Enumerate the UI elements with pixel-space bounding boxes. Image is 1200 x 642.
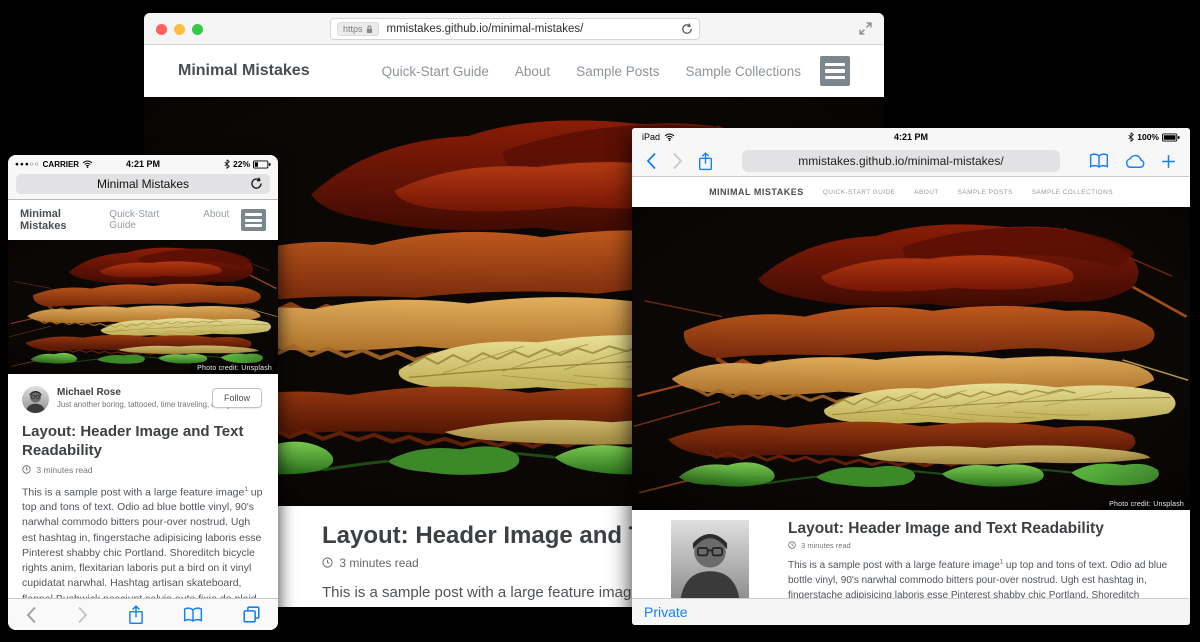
leaves-photo: [632, 207, 1190, 510]
https-label: https: [343, 24, 363, 34]
post-title: Layout: Header Image and Text Readabilit…: [22, 423, 264, 461]
iphone-url-row: Minimal Mistakes: [8, 173, 278, 200]
follow-button[interactable]: Follow: [212, 388, 262, 408]
site-title[interactable]: Minimal Mistakes: [178, 62, 310, 80]
battery-icon: [1162, 133, 1180, 142]
tabs-icon[interactable]: [243, 606, 260, 623]
refresh-icon[interactable]: [250, 177, 263, 190]
battery-percent: 100%: [1137, 132, 1159, 142]
share-icon[interactable]: [698, 152, 713, 171]
site-title[interactable]: Minimal Mistakes: [20, 208, 109, 232]
url-text: mmistakes.github.io/minimal-mistakes/: [387, 23, 681, 35]
new-tab-icon[interactable]: [1161, 154, 1176, 169]
avatar: [22, 386, 49, 413]
nav-link-about[interactable]: About: [914, 189, 938, 196]
bluetooth-icon: [1128, 132, 1134, 142]
clock-icon: [22, 465, 31, 474]
showcase-canvas: https mmistakes.github.io/minimal-mistak…: [0, 0, 1200, 642]
masthead: Minimal Mistakes Quick-Start Guide About…: [144, 45, 884, 97]
https-badge: https: [337, 22, 379, 36]
author-block: Michael Rose Just another boring, tattoo…: [658, 520, 762, 598]
private-browsing-bar: Private: [632, 598, 1190, 625]
nav-link-sample-collections[interactable]: Sample Collections: [685, 64, 801, 79]
zoom-window-button[interactable]: [192, 24, 203, 35]
battery-percent: 22%: [233, 159, 250, 169]
masthead-nav: Quick-Start Guide About Sample Posts Sam…: [382, 64, 801, 79]
avatar: [658, 585, 762, 598]
minimize-window-button[interactable]: [174, 24, 185, 35]
ipad-address-bar[interactable]: mmistakes.github.io/minimal-mistakes/: [742, 150, 1060, 172]
nav-link-quick-start-guide[interactable]: Quick-Start Guide: [823, 189, 896, 196]
read-time: 3 minutes read: [788, 541, 1168, 550]
safari-toolbar: mmistakes.github.io/minimal-mistakes/: [632, 146, 1190, 177]
nav-link-sample-collections[interactable]: Sample Collections: [1032, 189, 1113, 196]
post-content: Michael Rose Just another boring, tattoo…: [632, 510, 1190, 598]
bookmarks-icon[interactable]: [183, 607, 203, 623]
private-button[interactable]: Private: [644, 604, 688, 620]
battery-icon: [253, 160, 271, 169]
nav-link-quick-start-guide[interactable]: Quick-Start Guide: [382, 64, 489, 79]
search-toggle-button[interactable]: [820, 56, 850, 86]
feature-image: Photo credit: Unsplash: [632, 207, 1190, 510]
nav-link-quick-start-guide[interactable]: Quick-Start Guide: [109, 209, 187, 231]
bluetooth-icon: [224, 159, 230, 169]
search-toggle-button[interactable]: [241, 209, 266, 231]
photo-credit: Photo credit: Unsplash: [191, 363, 278, 374]
lock-icon: [366, 25, 373, 34]
back-icon[interactable]: [646, 152, 657, 170]
read-time: 3 minutes read: [22, 465, 264, 475]
nav-link-sample-posts[interactable]: Sample Posts: [576, 64, 659, 79]
photo-credit: Photo credit: Unsplash: [1103, 499, 1190, 510]
author-block: Michael Rose Just another boring, tattoo…: [22, 386, 264, 413]
nav-link-sample-posts[interactable]: Sample Posts: [958, 189, 1013, 196]
ipad-safari: iPad 4:21 PM 100% mmistakes.github.io/mi…: [632, 128, 1190, 625]
clock-icon: [322, 557, 333, 568]
clock-icon: [788, 541, 796, 549]
forward-icon[interactable]: [672, 152, 683, 170]
post-paragraph: This is a sample post with a large featu…: [788, 558, 1168, 598]
post-content: Michael Rose Just another boring, tattoo…: [8, 374, 278, 630]
nav-link-about[interactable]: About: [203, 209, 229, 231]
status-time: 4:21 PM: [632, 132, 1190, 142]
masthead-nav: Quick-Start Guide About: [109, 209, 229, 231]
window-controls: [156, 24, 203, 35]
post-title: Layout: Header Image and Text Readabilit…: [788, 520, 1168, 538]
site-title[interactable]: Minimal Mistakes: [709, 187, 804, 197]
iphone-status-bar: ●●●○○ CARRIER 4:21 PM 22%: [8, 155, 278, 173]
masthead-mobile: Minimal Mistakes Quick-Start Guide About: [8, 200, 278, 240]
ipad-status-bar: iPad 4:21 PM 100%: [632, 128, 1190, 146]
reader-icon[interactable]: [1089, 153, 1109, 169]
safari-bottom-toolbar: [8, 598, 278, 630]
icloud-tabs-icon[interactable]: [1124, 153, 1146, 169]
close-window-button[interactable]: [156, 24, 167, 35]
iphone-safari: ●●●○○ CARRIER 4:21 PM 22% Minimal Mistak…: [8, 155, 278, 630]
refresh-icon[interactable]: [681, 23, 693, 35]
forward-icon[interactable]: [77, 606, 88, 624]
back-icon[interactable]: [26, 606, 37, 624]
fullscreen-icon[interactable]: [859, 22, 872, 35]
share-icon[interactable]: [128, 605, 144, 625]
iphone-address-bar[interactable]: Minimal Mistakes: [16, 174, 270, 194]
masthead: Minimal Mistakes Quick-Start Guide About…: [632, 177, 1190, 207]
feature-image: Photo credit: Unsplash: [8, 240, 278, 374]
leaves-photo: [8, 240, 278, 374]
nav-link-about[interactable]: About: [515, 64, 550, 79]
address-bar[interactable]: https mmistakes.github.io/minimal-mistak…: [330, 18, 700, 40]
browser-chrome: https mmistakes.github.io/minimal-mistak…: [144, 13, 884, 45]
